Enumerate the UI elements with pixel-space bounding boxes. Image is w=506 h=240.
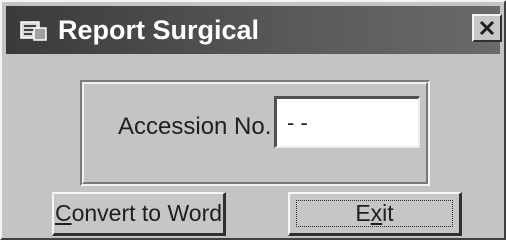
convert-mnemonic: C [54,200,72,226]
title-bar[interactable]: Report Surgical [6,6,502,54]
accession-label: Accession No. [118,113,272,140]
report-surgical-dialog: Report Surgical Accession No. Convert to… [0,0,506,240]
close-icon [479,20,495,36]
exit-button[interactable]: Exit [288,192,462,236]
window-title: Report Surgical [58,15,260,45]
exit-mnemonic: x [370,200,383,226]
convert-to-word-button[interactable]: Convert to Word [52,192,226,236]
convert-button-label: Convert to Word [55,200,222,227]
close-button[interactable] [472,14,502,42]
accession-input[interactable] [274,96,420,148]
exit-label-before: E [355,200,371,226]
convert-label-rest: onvert to Word [71,200,223,226]
exit-button-label: Exit [355,200,393,227]
exit-label-after: it [382,200,394,226]
report-form-icon [20,21,47,41]
